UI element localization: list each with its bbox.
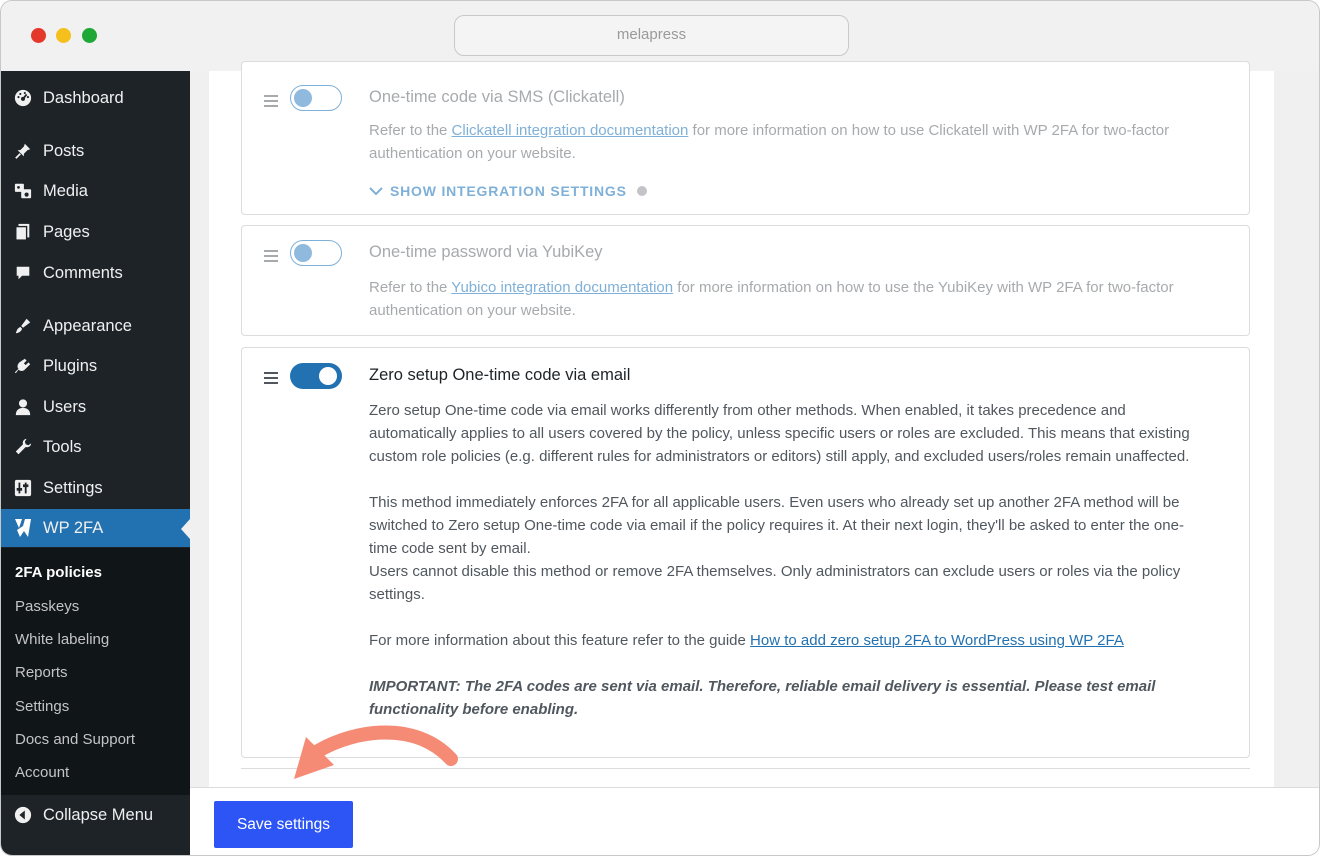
sidebar-item-plugins[interactable]: Plugins [1,347,190,385]
pin-icon [1,142,43,160]
active-menu-indicator [181,519,190,539]
settings-panel: One-time code via SMS (Clickatell) Refer… [209,61,1274,787]
maximize-window-button[interactable] [82,28,97,43]
email-method-toggle[interactable] [290,363,342,389]
submenu-item-2fa-policies[interactable]: 2FA policies [15,564,102,581]
sidebar-item-comments[interactable]: Comments [1,254,190,292]
submenu-item-passkeys[interactable]: Passkeys [15,598,79,615]
sidebar-item-posts[interactable]: Posts [1,132,190,170]
submenu-item-reports[interactable]: Reports [15,664,68,681]
method-card-email: Zero setup One-time code via email Zero … [241,347,1250,758]
method-card-sms: One-time code via SMS (Clickatell) Refer… [241,61,1250,215]
sms-method-title: One-time code via SMS (Clickatell) [369,88,625,106]
submenu-item-docs-support[interactable]: Docs and Support [15,731,135,748]
annotation-arrow-icon [294,725,458,779]
yubikey-method-toggle[interactable] [290,240,342,266]
user-icon [1,398,43,416]
email-important-note: IMPORTANT: The 2FA codes are sent via em… [369,678,1156,718]
collapse-menu-button[interactable]: Collapse Menu [1,796,190,834]
sidebar-item-tools[interactable]: Tools [1,428,190,466]
submenu-item-settings[interactable]: Settings [15,698,69,715]
dashboard-icon [1,89,43,107]
wp2fa-submenu: 2FA policies Passkeys White labeling Rep… [1,548,190,795]
submenu-item-account[interactable]: Account [15,764,69,781]
settings-footer: Save settings [190,787,1319,855]
close-window-button[interactable] [31,28,46,43]
sms-method-toggle[interactable] [290,85,342,111]
media-icon [1,182,43,200]
browser-window: melapress Dashboard Posts Media Pages Co… [0,0,1320,856]
status-dot [636,186,647,196]
sidebar-item-users[interactable]: Users [1,388,190,426]
admin-sidebar: Dashboard Posts Media Pages Comments App… [1,71,190,855]
method-card-yubikey: One-time password via YubiKey Refer to t… [241,225,1250,336]
email-desc-para-3: Users cannot disable this method or remo… [369,563,1181,603]
email-desc-para-1: Zero setup One-time code via email works… [369,402,1190,465]
sidebar-item-settings[interactable]: Settings [1,469,190,507]
clickatell-docs-link[interactable]: Clickatell integration documentation [452,122,689,139]
main-content: One-time code via SMS (Clickatell) Refer… [190,61,1319,787]
sidebar-item-wp-2fa[interactable]: WP 2FA [1,509,190,547]
email-desc-para-2: This method immediately enforces 2FA for… [369,494,1184,557]
address-bar[interactable]: melapress [454,15,849,56]
save-settings-button[interactable]: Save settings [214,801,353,848]
sliders-icon [1,479,43,497]
sms-method-description: Refer to the Clickatell integration docu… [369,122,1170,162]
email-method-description: Zero setup One-time code via email works… [369,399,1209,721]
drag-handle-icon[interactable] [264,250,278,265]
sidebar-item-pages[interactable]: Pages [1,213,190,251]
yubikey-method-description: Refer to the Yubico integration document… [369,279,1174,319]
email-desc-para-4: For more information about this feature … [369,632,1124,649]
yubikey-method-title: One-time password via YubiKey [369,243,603,261]
pages-icon [1,223,43,241]
show-integration-settings-link[interactable]: SHOW INTEGRATION SETTINGS [369,183,647,199]
zero-setup-guide-link[interactable]: How to add zero setup 2FA to WordPress u… [750,632,1124,649]
email-method-title: Zero setup One-time code via email [369,366,631,384]
sidebar-item-dashboard[interactable]: Dashboard [1,79,190,117]
collapse-arrow-icon [1,806,43,824]
wp2fa-logo-icon [1,518,43,538]
submenu-item-white-labeling[interactable]: White labeling [15,631,109,648]
sidebar-item-appearance[interactable]: Appearance [1,307,190,345]
plug-icon [1,357,43,375]
sidebar-item-media[interactable]: Media [1,172,190,210]
drag-handle-icon[interactable] [264,372,278,387]
drag-handle-icon[interactable] [264,95,278,110]
wrench-icon [1,438,43,456]
comments-icon [1,264,43,282]
brush-icon [1,317,43,335]
chevron-down-icon [369,187,383,196]
yubico-docs-link[interactable]: Yubico integration documentation [451,279,673,296]
minimize-window-button[interactable] [56,28,71,43]
